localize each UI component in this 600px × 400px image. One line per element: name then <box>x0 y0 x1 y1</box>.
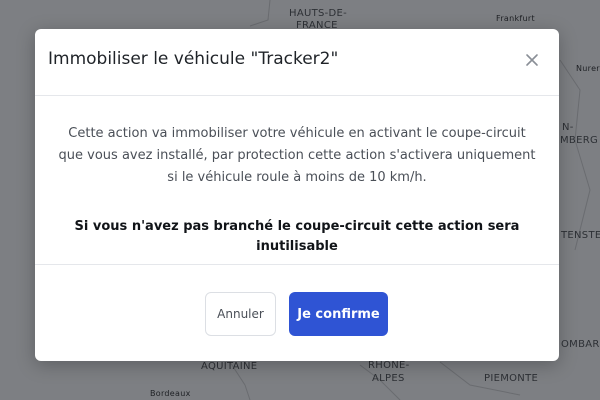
map-label-city: Bordeaux <box>150 389 191 398</box>
map-label-region: HAUTS-DE- <box>289 8 348 19</box>
map-label-region: RHÔNE- <box>368 360 410 371</box>
dialog-footer: Annuler Je confirme <box>35 265 559 361</box>
confirm-button[interactable]: Je confirme <box>289 292 388 336</box>
map-label-region: N- <box>562 122 574 133</box>
dialog-title: Immobiliser le véhicule "Tracker2" <box>48 49 339 69</box>
immobilize-dialog: Immobiliser le véhicule "Tracker2" Cette… <box>35 29 559 361</box>
close-icon <box>526 54 538 66</box>
map-label-region: MBERG <box>560 135 599 146</box>
map-label-city: Frankfurt <box>496 14 535 23</box>
dialog-message: Cette action va immobiliser votre véhicu… <box>58 126 536 185</box>
map-label-region: AQUITAINE <box>201 361 258 372</box>
dialog-header: Immobiliser le véhicule "Tracker2" <box>35 29 559 96</box>
map-label-region: TENSTE <box>561 230 600 241</box>
close-button[interactable] <box>523 51 541 69</box>
map-label-city: Nurer <box>576 64 600 73</box>
dialog-warning: Si vous n'avez pas branché le coupe-circ… <box>74 219 520 254</box>
cancel-button[interactable]: Annuler <box>205 292 276 336</box>
map-label-region: PIEMONTE <box>484 373 539 384</box>
map-label-region: OMBARD <box>561 339 600 350</box>
map-label-region: ALPES <box>372 373 405 384</box>
dialog-body: Cette action va immobiliser votre véhicu… <box>35 96 559 265</box>
